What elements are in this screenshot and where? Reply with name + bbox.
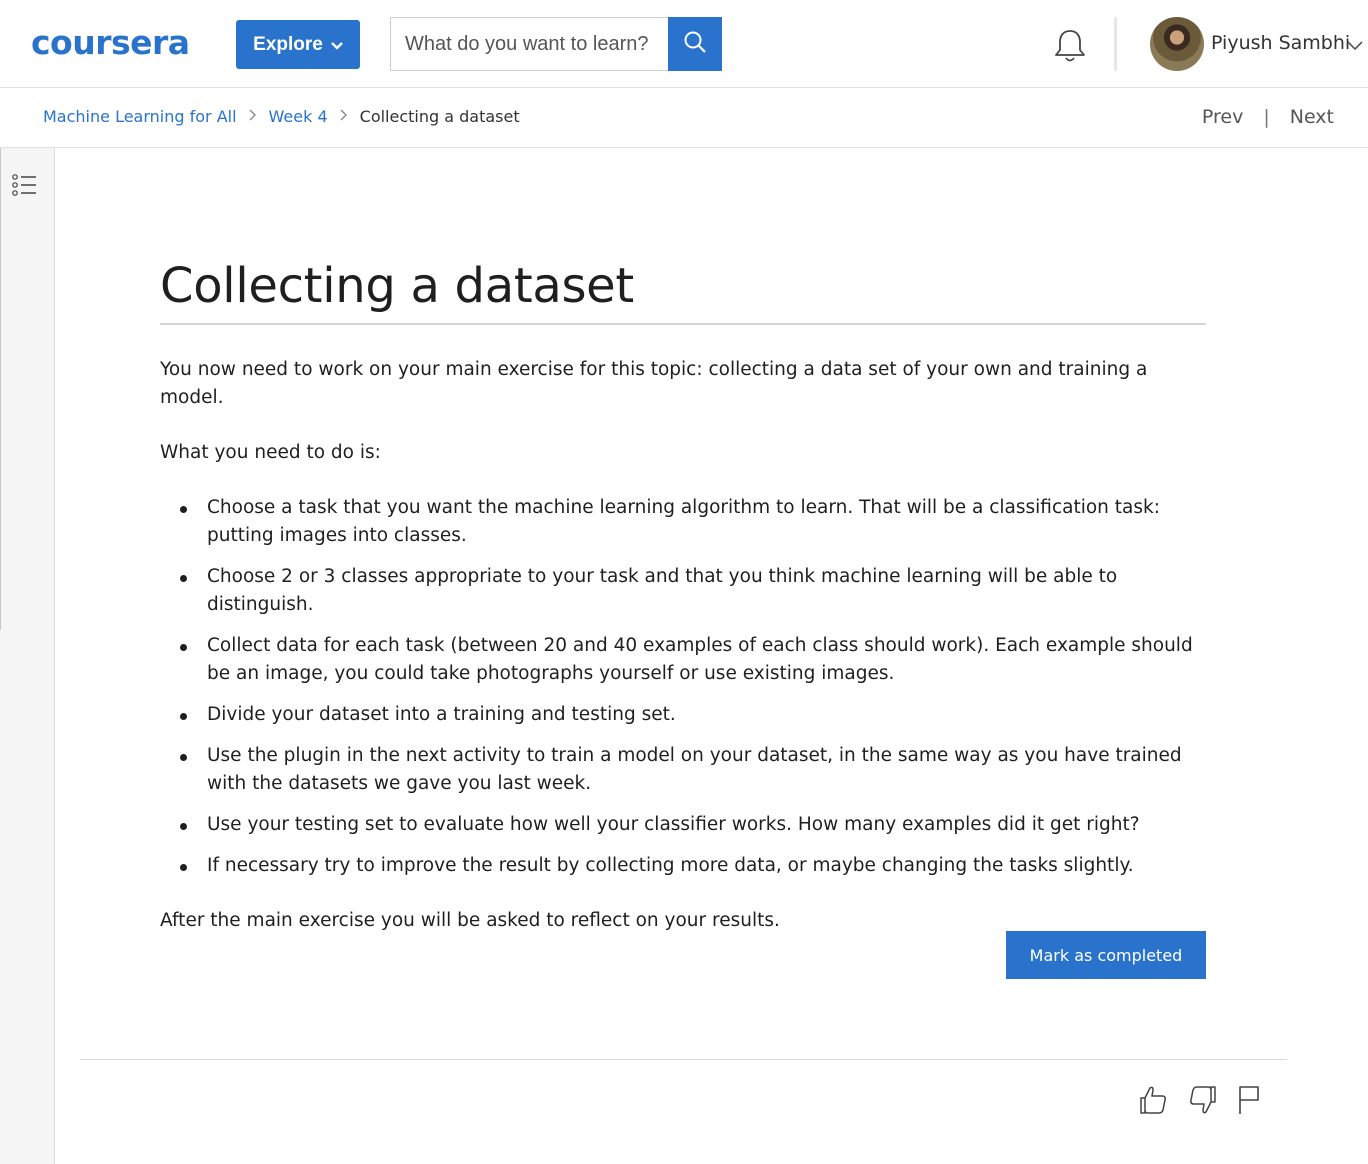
thumbs-down-icon[interactable] — [1189, 1084, 1217, 1121]
breadcrumb-bar: Machine Learning for All Week 4 Collecti… — [0, 88, 1368, 148]
title-divider — [160, 323, 1206, 325]
rail-edge — [0, 148, 1, 630]
breadcrumb: Machine Learning for All Week 4 Collecti… — [43, 107, 520, 126]
header-divider — [1114, 17, 1117, 71]
breadcrumb-current: Collecting a dataset — [359, 107, 520, 126]
list-icon[interactable] — [12, 172, 38, 203]
chevron-down-icon[interactable] — [1347, 38, 1363, 56]
chevron-right-icon — [249, 109, 257, 125]
list-item: Choose a task that you want the machine … — [160, 494, 1206, 550]
page-title: Collecting a dataset — [160, 258, 634, 314]
nav-divider: | — [1263, 106, 1270, 128]
prev-button[interactable]: Prev — [1202, 106, 1243, 128]
flag-icon[interactable] — [1236, 1084, 1262, 1121]
list-item: Collect data for each task (between 20 a… — [160, 632, 1206, 688]
left-rail — [0, 148, 55, 1164]
explore-label: Explore — [253, 33, 323, 55]
breadcrumb-week[interactable]: Week 4 — [269, 107, 328, 126]
list-item: If necessary try to improve the result b… — [160, 852, 1206, 880]
footer-divider — [80, 1059, 1287, 1060]
explore-button[interactable]: Explore — [236, 20, 360, 69]
lead-paragraph: What you need to do is: — [160, 442, 381, 463]
bell-icon[interactable] — [1053, 28, 1087, 64]
prev-next-nav: Prev | Next — [1202, 106, 1334, 128]
search-icon — [683, 30, 707, 59]
thumbs-up-icon[interactable] — [1139, 1084, 1167, 1121]
search-button[interactable] — [668, 17, 722, 71]
list-item: Divide your dataset into a training and … — [160, 701, 1206, 729]
list-item: Choose 2 or 3 classes appropriate to you… — [160, 563, 1206, 619]
breadcrumb-course[interactable]: Machine Learning for All — [43, 107, 237, 126]
intro-paragraph: You now need to work on your main exerci… — [160, 359, 1148, 408]
avatar[interactable] — [1150, 17, 1204, 71]
search-input[interactable]: What do you want to learn? — [390, 17, 668, 71]
chevron-right-icon — [340, 109, 348, 125]
list-item: Use the plugin in the next activity to t… — [160, 742, 1206, 798]
chevron-down-icon — [330, 39, 343, 53]
user-name[interactable]: Piyush Sambhi — [1211, 32, 1350, 54]
mark-as-completed-button[interactable]: Mark as completed — [1006, 931, 1206, 979]
next-button[interactable]: Next — [1290, 106, 1334, 128]
reading-body: You now need to work on your main exerci… — [160, 356, 1206, 962]
list-item: Use your testing set to evaluate how wel… — [160, 811, 1206, 839]
top-header: coursera Explore What do you want to lea… — [0, 0, 1368, 88]
steps-list: Choose a task that you want the machine … — [160, 494, 1206, 880]
coursera-logo[interactable]: coursera — [31, 24, 190, 62]
